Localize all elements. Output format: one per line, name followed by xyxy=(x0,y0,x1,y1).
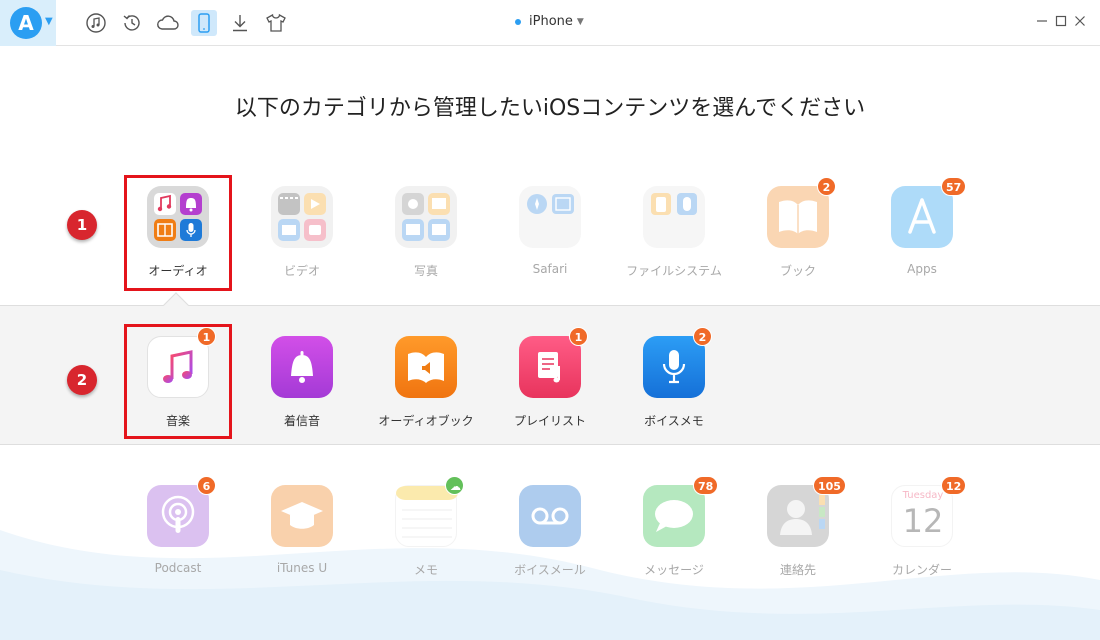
count-badge: 2 xyxy=(693,327,712,346)
device-name: iPhone xyxy=(529,14,573,29)
step-marker-1: 1 xyxy=(67,210,97,240)
category-label: Apps xyxy=(907,262,937,276)
category-apps[interactable]: 57 Apps xyxy=(867,177,977,276)
category-label: ビデオ xyxy=(283,264,320,278)
download-icon[interactable] xyxy=(227,10,253,36)
title-bar: A ▼ iPhone ▼ xyxy=(0,0,1100,46)
subcategory-audiobook[interactable]: オーディオブック xyxy=(371,336,481,429)
category-label: ファイルシステム xyxy=(626,264,722,278)
phone-icon[interactable] xyxy=(191,10,217,36)
category-filesystem[interactable]: ファイルシステム xyxy=(619,186,729,279)
category-safari[interactable]: Safari xyxy=(495,186,605,276)
book-icon xyxy=(767,186,829,248)
category-messages[interactable]: 78 メッセージ xyxy=(619,476,729,578)
voice-memo-icon xyxy=(643,336,705,398)
selection-highlight xyxy=(124,175,232,291)
voicemail-icon xyxy=(519,485,581,547)
audiobook-icon xyxy=(395,336,457,398)
count-badge: 78 xyxy=(693,476,719,495)
calendar-icon: Tuesday 12 xyxy=(891,485,953,547)
filesystem-folder-icon xyxy=(643,186,705,248)
category-podcast[interactable]: 6 Podcast xyxy=(123,476,233,575)
category-label: Podcast xyxy=(154,561,202,575)
subcategory-label: オーディオブック xyxy=(378,414,474,428)
device-selector[interactable]: iPhone ▼ xyxy=(515,14,584,29)
count-badge: 6 xyxy=(197,476,216,495)
subcategory-ringtone[interactable]: 着信音 xyxy=(247,336,357,429)
playlist-icon xyxy=(519,336,581,398)
minimize-button[interactable] xyxy=(1034,13,1050,29)
count-badge: 12 xyxy=(941,476,967,495)
chevron-down-icon: ▼ xyxy=(576,16,584,27)
selection-highlight xyxy=(124,324,232,439)
notes-icon xyxy=(395,485,458,547)
music-icon[interactable] xyxy=(83,10,109,36)
step-marker-2: 2 xyxy=(67,365,97,395)
appstore-icon xyxy=(891,186,953,248)
page-title: 以下のカテゴリから管理したいiOSコンテンツを選んでください xyxy=(234,96,866,121)
subcategory-label: プレイリスト xyxy=(513,414,586,428)
safari-folder-icon xyxy=(519,186,581,248)
category-video[interactable]: ビデオ xyxy=(247,186,357,279)
category-label: Safari xyxy=(532,262,568,276)
category-label: メッセージ xyxy=(644,563,704,577)
count-badge: 1 xyxy=(569,327,588,346)
tshirt-icon[interactable] xyxy=(263,10,289,36)
calendar-day: 12 xyxy=(902,502,944,540)
category-label: 写真 xyxy=(413,264,438,278)
messages-icon xyxy=(643,485,705,547)
connected-dot-icon xyxy=(515,18,521,25)
category-books[interactable]: 2 ブック xyxy=(743,177,853,279)
subcategory-label: 着信音 xyxy=(283,414,320,428)
subcategory-label: ボイスメモ xyxy=(644,414,704,428)
maximize-button[interactable] xyxy=(1053,13,1069,29)
restore-icon[interactable] xyxy=(119,10,145,36)
category-itunes-u[interactable]: iTunes U xyxy=(247,485,357,575)
category-label: 連絡先 xyxy=(779,563,816,577)
category-label: メモ xyxy=(413,563,438,577)
category-label: ブック xyxy=(779,264,816,278)
category-calendar[interactable]: Tuesday 12 12 カレンダー xyxy=(867,476,977,578)
cloud-icon[interactable] xyxy=(155,10,181,36)
subcategory-voice-memo[interactable]: 2 ボイスメモ xyxy=(619,327,729,429)
photo-folder-icon xyxy=(395,186,457,248)
category-notes[interactable]: ☁ メモ xyxy=(371,476,481,578)
category-contacts[interactable]: 105 連絡先 xyxy=(743,476,853,578)
count-badge: 105 xyxy=(813,476,846,495)
app-logo: A xyxy=(10,7,42,39)
close-button[interactable] xyxy=(1072,13,1088,29)
cloud-badge-icon: ☁ xyxy=(445,476,464,495)
category-voicemail[interactable]: ボイスメール xyxy=(495,485,605,578)
subcategory-playlist[interactable]: 1 プレイリスト xyxy=(495,327,605,429)
category-label: カレンダー xyxy=(891,563,952,577)
category-photos[interactable]: 写真 xyxy=(371,186,481,279)
chevron-down-icon: ▼ xyxy=(45,16,53,27)
count-badge: 57 xyxy=(941,177,967,196)
podcast-icon xyxy=(147,485,209,547)
category-label: iTunes U xyxy=(276,561,328,575)
video-folder-icon xyxy=(271,186,333,248)
itunes-u-icon xyxy=(271,485,333,547)
count-badge: 2 xyxy=(817,177,836,196)
ringtone-icon xyxy=(271,336,333,398)
category-label: ボイスメール xyxy=(514,563,586,577)
app-menu-button[interactable]: A ▼ xyxy=(0,0,56,46)
